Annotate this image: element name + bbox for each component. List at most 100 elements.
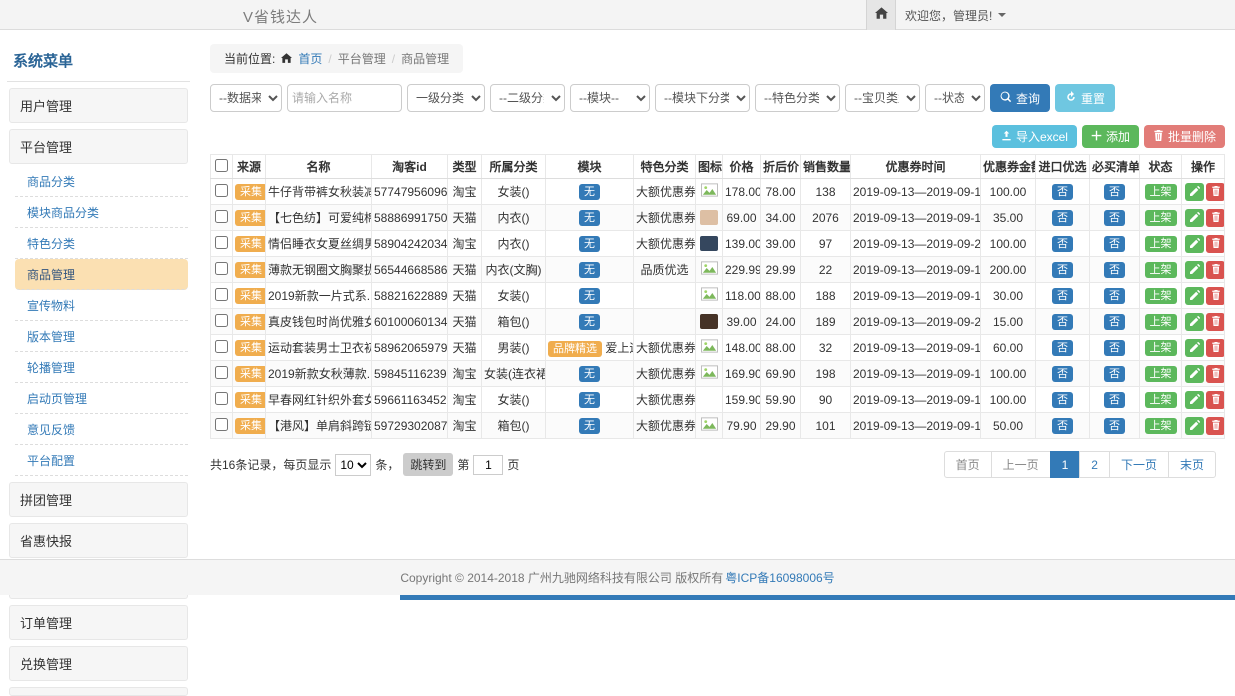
sidebar-item[interactable]: 宣传物料	[15, 290, 188, 321]
sidebar-item[interactable]: 平台配置	[15, 445, 188, 476]
data-source-select[interactable]: --数据来源--	[210, 84, 282, 112]
batch-delete-button[interactable]: 批量删除	[1144, 125, 1225, 148]
imported-badge[interactable]: 否	[1052, 184, 1073, 200]
delete-button[interactable]	[1206, 365, 1225, 383]
breadcrumb-home-link[interactable]: 首页	[298, 50, 322, 67]
sidebar-item[interactable]: 意见反馈	[15, 414, 188, 445]
page-button[interactable]: 末页	[1168, 451, 1216, 478]
delete-button[interactable]	[1206, 183, 1225, 201]
edit-button[interactable]	[1185, 417, 1204, 435]
delete-button[interactable]	[1206, 235, 1225, 253]
status-badge[interactable]: 上架	[1145, 288, 1177, 304]
sidebar-item[interactable]: 启动页管理	[15, 383, 188, 414]
filter-select[interactable]: 一级分类	[407, 84, 485, 112]
select-all-checkbox[interactable]	[215, 159, 228, 172]
imported-badge[interactable]: 否	[1052, 262, 1073, 278]
must-buy-badge[interactable]: 否	[1104, 262, 1125, 278]
sidebar-group-partial[interactable]	[9, 687, 188, 696]
search-button[interactable]: 查询	[990, 84, 1050, 112]
delete-button[interactable]	[1206, 339, 1225, 357]
imported-badge[interactable]: 否	[1052, 366, 1073, 382]
sidebar-group-toggle[interactable]: 兑换管理	[9, 646, 188, 681]
filter-select[interactable]: --模块下分类--	[655, 84, 750, 112]
page-number-input[interactable]	[473, 455, 503, 475]
user-menu[interactable]: 欢迎您，管理员!	[905, 0, 1006, 30]
edit-button[interactable]	[1185, 183, 1204, 201]
sidebar-group-toggle[interactable]: 拼团管理	[9, 482, 188, 517]
page-button[interactable]: 2	[1079, 451, 1110, 478]
status-badge[interactable]: 上架	[1145, 314, 1177, 330]
status-badge[interactable]: 上架	[1145, 366, 1177, 382]
edit-button[interactable]	[1185, 313, 1204, 331]
sidebar-item[interactable]: 特色分类	[15, 228, 188, 259]
must-buy-badge[interactable]: 否	[1104, 184, 1125, 200]
icp-link[interactable]: 粤ICP备16098006号	[725, 569, 834, 586]
status-badge[interactable]: 上架	[1145, 340, 1177, 356]
page-button[interactable]: 1	[1050, 451, 1081, 478]
must-buy-badge[interactable]: 否	[1104, 340, 1125, 356]
status-badge[interactable]: 上架	[1145, 210, 1177, 226]
filter-select[interactable]: --宝贝类型--	[845, 84, 920, 112]
sidebar-item[interactable]: 商品管理	[15, 259, 188, 290]
row-checkbox[interactable]	[215, 418, 228, 431]
sidebar-item[interactable]: 模块商品分类	[15, 197, 188, 228]
must-buy-badge[interactable]: 否	[1104, 288, 1125, 304]
edit-button[interactable]	[1185, 287, 1204, 305]
imported-badge[interactable]: 否	[1052, 418, 1073, 434]
imported-badge[interactable]: 否	[1052, 314, 1073, 330]
reset-button[interactable]: 重置	[1055, 84, 1115, 112]
must-buy-badge[interactable]: 否	[1104, 210, 1125, 226]
row-checkbox[interactable]	[215, 340, 228, 353]
status-badge[interactable]: 上架	[1145, 392, 1177, 408]
row-checkbox[interactable]	[215, 184, 228, 197]
must-buy-badge[interactable]: 否	[1104, 392, 1125, 408]
delete-button[interactable]	[1206, 391, 1225, 409]
edit-button[interactable]	[1185, 209, 1204, 227]
filter-select[interactable]: --二级分类--	[490, 84, 565, 112]
edit-button[interactable]	[1185, 391, 1204, 409]
import-excel-button[interactable]: 导入excel	[992, 125, 1077, 148]
status-badge[interactable]: 上架	[1145, 184, 1177, 200]
sidebar-item[interactable]: 版本管理	[15, 321, 188, 352]
sidebar-group-toggle[interactable]: 平台管理	[9, 129, 188, 164]
imported-badge[interactable]: 否	[1052, 392, 1073, 408]
sidebar-group-toggle[interactable]: 订单管理	[9, 605, 188, 640]
jump-button[interactable]: 跳转到	[403, 453, 453, 476]
delete-button[interactable]	[1206, 209, 1225, 227]
imported-badge[interactable]: 否	[1052, 236, 1073, 252]
edit-button[interactable]	[1185, 339, 1204, 357]
delete-button[interactable]	[1206, 287, 1225, 305]
delete-button[interactable]	[1206, 261, 1225, 279]
edit-button[interactable]	[1185, 365, 1204, 383]
imported-badge[interactable]: 否	[1052, 210, 1073, 226]
status-badge[interactable]: 上架	[1145, 418, 1177, 434]
delete-button[interactable]	[1206, 313, 1225, 331]
edit-button[interactable]	[1185, 261, 1204, 279]
name-search-input[interactable]	[287, 84, 402, 112]
home-button[interactable]	[866, 0, 896, 30]
delete-button[interactable]	[1206, 417, 1225, 435]
row-checkbox[interactable]	[215, 392, 228, 405]
row-checkbox[interactable]	[215, 366, 228, 379]
status-badge[interactable]: 上架	[1145, 236, 1177, 252]
sidebar-item[interactable]: 商品分类	[15, 166, 188, 197]
imported-badge[interactable]: 否	[1052, 288, 1073, 304]
sidebar-group-toggle[interactable]: 用户管理	[9, 88, 188, 123]
page-button[interactable]: 首页	[944, 451, 992, 478]
must-buy-badge[interactable]: 否	[1104, 418, 1125, 434]
filter-select[interactable]: --状态--	[925, 84, 985, 112]
per-page-select[interactable]: 10	[335, 454, 371, 476]
row-checkbox[interactable]	[215, 236, 228, 249]
row-checkbox[interactable]	[215, 262, 228, 275]
status-badge[interactable]: 上架	[1145, 262, 1177, 278]
must-buy-badge[interactable]: 否	[1104, 366, 1125, 382]
must-buy-badge[interactable]: 否	[1104, 236, 1125, 252]
row-checkbox[interactable]	[215, 314, 228, 327]
row-checkbox[interactable]	[215, 210, 228, 223]
must-buy-badge[interactable]: 否	[1104, 314, 1125, 330]
page-button[interactable]: 上一页	[991, 451, 1051, 478]
edit-button[interactable]	[1185, 235, 1204, 253]
filter-select[interactable]: --特色分类--	[755, 84, 840, 112]
sidebar-item[interactable]: 轮播管理	[15, 352, 188, 383]
add-button[interactable]: 添加	[1082, 125, 1139, 148]
